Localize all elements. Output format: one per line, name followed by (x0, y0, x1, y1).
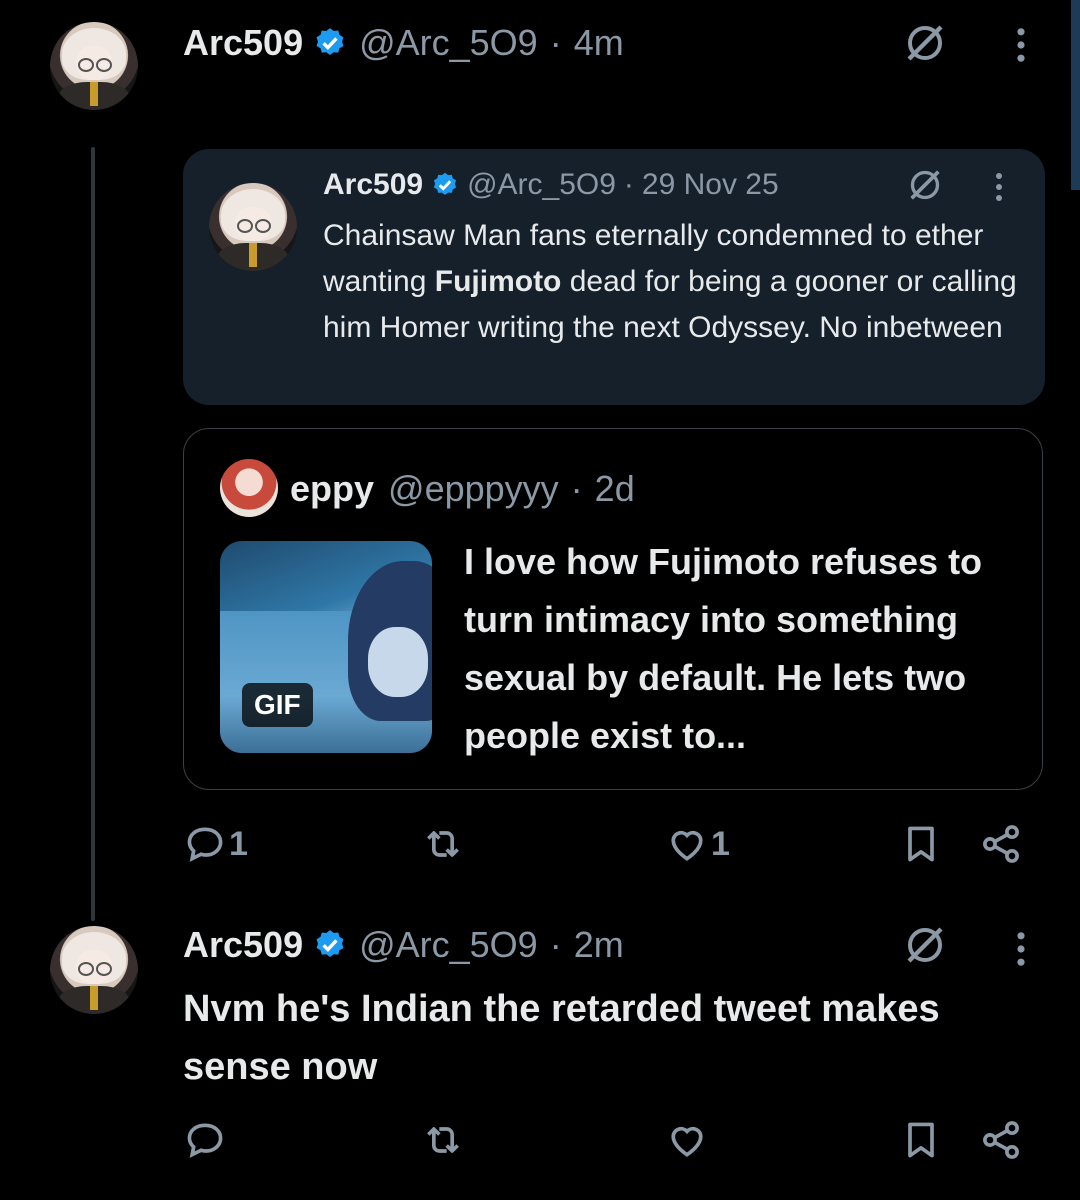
reply-icon (187, 827, 223, 862)
verified-badge-icon (313, 26, 347, 60)
like-button[interactable] (665, 1118, 709, 1162)
share-icon (983, 1121, 1019, 1159)
quoted-text: Chainsaw Man fans eternally condemned to… (323, 219, 1017, 344)
quoted-text-bold: Fujimoto (434, 265, 562, 298)
repost-button[interactable] (421, 1118, 465, 1162)
like-button[interactable]: 1 (665, 822, 730, 866)
tweet-1[interactable]: Arc509 @Arc_5O9 · 4m Arc509 @Arc_5O9 · 2… (0, 0, 1080, 921)
author-handle[interactable]: @Arc_5O9 (359, 22, 538, 64)
bookmark-button[interactable] (899, 1118, 943, 1162)
separator: · (623, 168, 634, 201)
bookmark-icon (908, 1122, 934, 1158)
grok-icon[interactable] (898, 920, 952, 970)
quoted-author-name[interactable]: Arc509 (323, 168, 423, 202)
grok-icon[interactable] (903, 165, 947, 205)
like-count: 1 (711, 824, 730, 863)
more-vert-icon[interactable] (989, 167, 1009, 207)
gif-thumbnail[interactable]: GIF (220, 541, 432, 753)
quoted-author-handle[interactable]: @Arc_5O9 (467, 168, 616, 202)
like-icon (671, 1126, 703, 1157)
separator: · (549, 22, 562, 63)
share-button[interactable] (979, 1118, 1023, 1162)
gif-badge: GIF (242, 683, 313, 727)
separator: · (570, 468, 583, 509)
reply-button[interactable]: 1 (183, 822, 248, 866)
action-bar: 1 1 (183, 822, 1043, 872)
nested-timestamp[interactable]: 2d (595, 468, 635, 510)
reply-icon (187, 1123, 223, 1158)
nested-avatar[interactable] (220, 459, 278, 517)
author-handle[interactable]: @Arc_5O9 (359, 924, 538, 966)
bookmark-icon (908, 826, 934, 862)
more-vert-icon[interactable] (1004, 22, 1038, 68)
separator: · (549, 924, 562, 965)
tweet-header: Arc509 @Arc_5O9 · 2m (183, 920, 624, 970)
quoted-tweet[interactable]: Arc509 @Arc_5O9 · 29 Nov 25 Chainsaw Man… (183, 149, 1045, 405)
thread-line (91, 147, 95, 921)
bookmark-button[interactable] (899, 822, 943, 866)
nested-quoted-tweet[interactable]: eppy @epppyyy · 2d GIF I love how Fujimo… (183, 428, 1043, 790)
reply-button[interactable] (183, 1118, 227, 1162)
author-name[interactable]: Arc509 (183, 924, 303, 966)
grok-icon[interactable] (898, 18, 952, 68)
tweet-header: Arc509 @Arc_5O9 · 4m (183, 18, 624, 68)
nested-header: eppy @epppyyy · 2d (290, 465, 635, 513)
quoted-avatar[interactable] (209, 183, 297, 271)
nested-author-handle[interactable]: @epppyyy (388, 468, 559, 510)
reply-count: 1 (229, 824, 248, 863)
like-icon (671, 830, 703, 861)
nested-text: I love how Fujimoto refuses to turn inti… (464, 541, 983, 756)
avatar[interactable] (50, 22, 138, 110)
quoted-header: Arc509 @Arc_5O9 · 29 Nov 25 (323, 163, 779, 207)
share-icon (983, 825, 1019, 863)
share-button[interactable] (979, 822, 1023, 866)
quoted-timestamp[interactable]: 29 Nov 25 (642, 168, 779, 202)
timestamp[interactable]: 4m (574, 22, 624, 64)
tweet-text: Nvm he's Indian the retarded tweet makes… (183, 988, 940, 1088)
avatar[interactable] (50, 926, 138, 1014)
author-name[interactable]: Arc509 (183, 22, 303, 64)
nested-author-name[interactable]: eppy (290, 468, 374, 510)
timestamp[interactable]: 2m (574, 924, 624, 966)
repost-icon (427, 1127, 459, 1153)
verified-badge-icon (313, 928, 347, 962)
repost-button[interactable] (421, 822, 465, 866)
verified-badge-icon (431, 171, 459, 199)
action-bar (183, 1118, 1043, 1168)
repost-icon (427, 831, 459, 857)
more-vert-icon[interactable] (1004, 926, 1038, 972)
